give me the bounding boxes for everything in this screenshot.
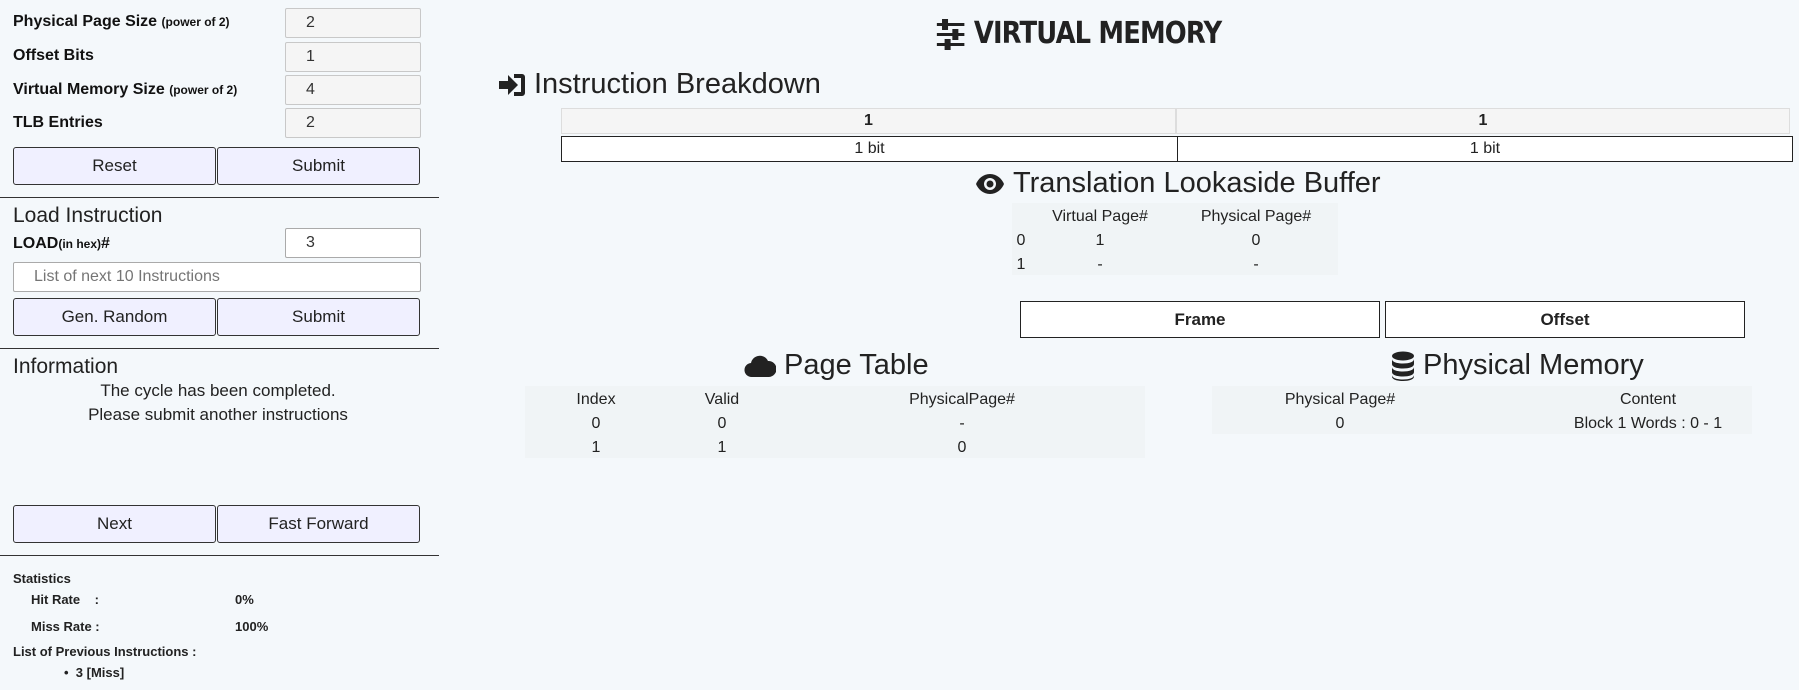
fast-forward-button[interactable]: Fast Forward: [217, 505, 420, 543]
tlb-header: Virtual Page#: [1052, 208, 1148, 225]
physical-memory-header: Physical Page#: [1284, 391, 1396, 408]
next-button[interactable]: Next: [13, 505, 216, 543]
physical-memory-header: Content: [1619, 391, 1677, 408]
information-line: The cycle has been completed.: [100, 381, 336, 400]
page-table-header: Index: [576, 391, 616, 408]
physical-page-size-label: Physical Page Size (power of 2): [13, 13, 230, 30]
page-table-cell: 0: [717, 415, 727, 432]
tlb-entries-label: TLB Entries: [13, 114, 103, 131]
instruction-breakdown-heading: Instruction Breakdown: [498, 68, 821, 101]
statistics-heading: Statistics: [13, 571, 71, 586]
physical-memory-heading: Physical Memory: [1391, 349, 1644, 382]
hit-rate-value: 0%: [235, 592, 254, 607]
tlb-cell: 0: [1251, 232, 1261, 249]
instruction-list-input[interactable]: [13, 262, 421, 292]
hit-rate-label: Hit Rate :: [31, 592, 99, 607]
load-address-input[interactable]: [285, 228, 421, 258]
page-table-header: Valid: [704, 391, 740, 408]
tlb-cell: -: [1253, 256, 1259, 273]
load-submit-button[interactable]: Submit: [217, 298, 420, 336]
information-line: Please submit another instructions: [88, 405, 348, 424]
divider: [0, 555, 439, 556]
divider: [0, 197, 439, 198]
tlb-cell: 0: [1016, 232, 1026, 249]
previous-instructions-heading: List of Previous Instructions :: [13, 644, 197, 659]
generate-random-button[interactable]: Gen. Random: [13, 298, 216, 336]
config-submit-button[interactable]: Submit: [217, 147, 420, 185]
previous-instruction-item: • 3 [Miss]: [64, 665, 125, 680]
page-table: [525, 386, 1145, 458]
miss-rate-label: Miss Rate :: [31, 619, 100, 634]
tlb-cell: -: [1097, 256, 1103, 273]
physical-memory-cell: Block 1 Words : 0 - 1: [1573, 415, 1723, 432]
reset-button[interactable]: Reset: [13, 147, 216, 185]
load-label: LOAD(in hex)#: [13, 235, 110, 252]
physical-page-size-input[interactable]: [285, 8, 421, 38]
breakdown-size-cell: 1 bit: [561, 136, 1178, 162]
page-table-cell: -: [959, 415, 965, 432]
divider: [0, 348, 439, 349]
miss-rate-value: 100%: [235, 619, 269, 634]
tlb-cell: 1: [1095, 232, 1105, 249]
offset-bits-input[interactable]: [285, 42, 421, 72]
sliders-icon: [936, 18, 965, 50]
page-table-cell: 0: [591, 415, 601, 432]
database-icon: [1392, 351, 1414, 381]
cloud-icon: [744, 355, 776, 377]
tlb-entries-input[interactable]: [285, 108, 421, 138]
physical-memory-cell: 0: [1335, 415, 1345, 432]
page-table-header: PhysicalPage#: [909, 391, 1015, 408]
page-table-cell: 0: [957, 439, 967, 456]
frame-box: Frame: [1020, 301, 1380, 338]
tlb-heading: Translation Lookaside Buffer: [975, 167, 1381, 200]
page-table-cell: 1: [717, 439, 727, 456]
offset-box: Offset: [1385, 301, 1745, 338]
tlb-cell: 1: [1016, 256, 1026, 273]
virtual-memory-size-input[interactable]: [285, 75, 421, 105]
information-heading: Information: [13, 355, 119, 378]
breakdown-bit-cell: 1: [1176, 108, 1790, 134]
virtual-memory-size-label: Virtual Memory Size (power of 2): [13, 81, 238, 98]
page-title: VIRTUAL MEMORY: [936, 16, 1222, 51]
offset-bits-label: Offset Bits: [13, 47, 94, 64]
breakdown-size-cell: 1 bit: [1177, 136, 1793, 162]
page-table-cell: 1: [591, 439, 601, 456]
page-table-heading: Page Table: [744, 349, 929, 382]
load-instruction-heading: Load Instruction: [13, 204, 163, 227]
tlb-header: Physical Page#: [1200, 208, 1312, 225]
breakdown-bit-cell: 1: [561, 108, 1176, 134]
sign-in-icon: [499, 73, 525, 96]
eye-icon: [976, 173, 1004, 194]
